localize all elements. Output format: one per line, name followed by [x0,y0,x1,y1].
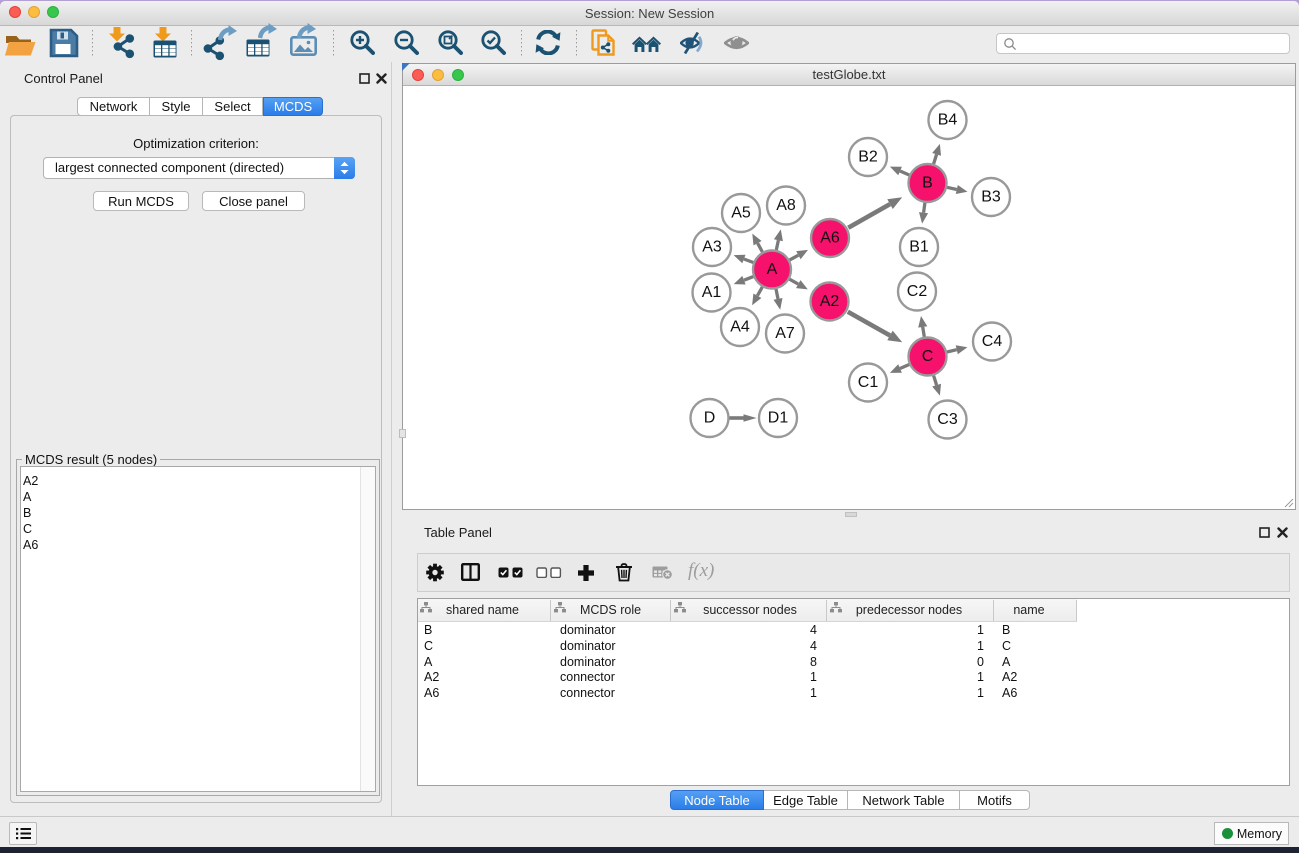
svg-text:D1: D1 [768,410,789,427]
svg-text:D: D [704,410,716,427]
svg-text:B4: B4 [938,112,958,129]
svg-text:A2: A2 [820,293,840,310]
svg-text:C: C [922,348,934,365]
svg-text:B: B [922,175,933,192]
svg-text:C2: C2 [907,283,928,300]
svg-text:C4: C4 [982,333,1003,350]
svg-text:A3: A3 [702,239,722,256]
svg-text:B3: B3 [981,189,1001,206]
svg-text:A5: A5 [731,205,751,222]
svg-text:A4: A4 [730,319,750,336]
svg-text:C3: C3 [937,411,958,428]
svg-text:A1: A1 [702,284,722,301]
svg-text:A6: A6 [820,230,840,247]
svg-text:B1: B1 [909,239,929,256]
svg-text:B2: B2 [858,149,878,166]
svg-text:C1: C1 [858,374,879,391]
svg-text:A: A [767,261,778,278]
svg-text:A8: A8 [776,197,796,214]
svg-text:A7: A7 [775,325,795,342]
